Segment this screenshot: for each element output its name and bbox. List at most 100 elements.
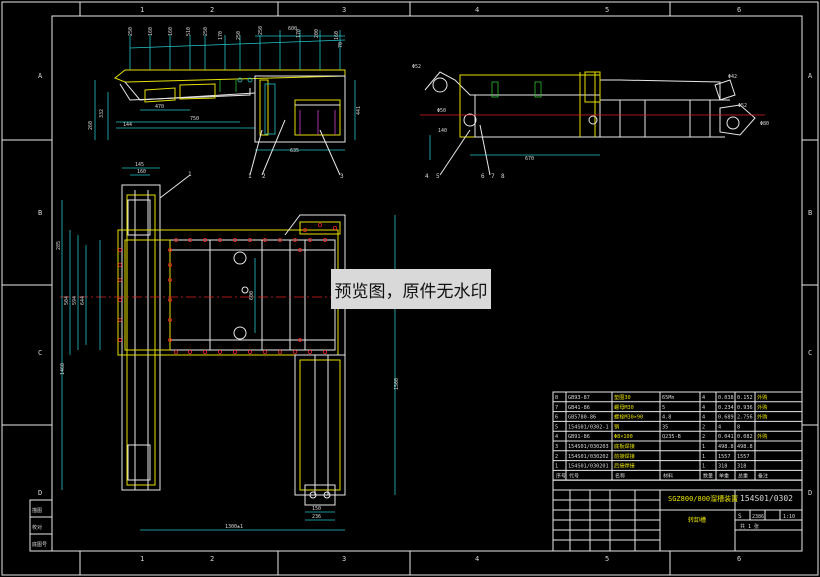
column-label-bottom: 4 [475,555,479,563]
bom-cell: 0.936 [737,405,753,411]
column-label-bottom: 3 [342,555,346,563]
dimension-label: Φ52 [738,103,747,109]
bolt-hole-mark [262,349,267,354]
column-label-top: 5 [605,6,609,14]
row-label-left: A [38,72,43,80]
bom-cell: 5 [555,424,558,430]
row-label-left: C [38,349,42,357]
bill-of-materials: 8 GB93-87 垫圈30 65Mn 4 0.038 0.152 外购 7 GB41-86 螺母M… [552,391,803,481]
dimension-label: 250 [128,27,134,36]
bom-cell: 318 [718,464,727,470]
side-view-callouts: 45 678 [425,173,505,180]
bom-cell: 外购 [757,413,767,421]
bom-cell: 65Mn [662,395,675,401]
drawing-number: 154S01/0302 [740,494,793,503]
bolt-hole-mark [292,349,297,354]
row-label-left: D [38,489,42,497]
column-label-top: 2 [210,6,214,14]
side-view-dimensions: Φ52 Φ42 Φ50 Φ52 Φ80 140 670 [412,64,769,162]
dimension-label: 140 [438,128,447,134]
dimension-label: 160 [137,169,146,175]
scale-value: 1:10 [783,514,795,520]
dimension-label: 170 [218,31,224,40]
row-label-right: C [808,349,812,357]
dimension-label: Φ50 [437,108,446,114]
dimension-label: Φ42 [728,74,737,80]
plan-view-dimensions: 145160 285 504 594 644 600 1460 1500 1300±1 236 15… [56,162,400,530]
dimension-label: 635 [290,148,299,154]
dimension-label: 1300±1 [225,524,243,530]
row-label-right: A [808,72,813,80]
left-strip: 描图 校对 底图号 [29,499,53,552]
dimension-label: Φ52 [412,64,421,70]
bom-cell: 4 [702,405,705,411]
bom-header-cell: 序号 [556,472,566,479]
dimension-label: 160 [148,27,154,36]
bom-cell: 垫圈30 [614,393,631,401]
bom-cell: 4 [702,415,705,421]
dimension-label: 1460 [60,363,66,375]
plan-view-callouts: 1 [188,171,192,178]
callout-number: 6 [481,173,485,180]
bom-cell: 4 [718,424,721,430]
bom-cell: 1 [702,444,705,450]
dimension-label: 200 [314,29,320,38]
bom-cell: GB93-87 [568,395,590,401]
callout-number: 7 [491,173,495,180]
title-block: SGZ800/800溜槽装置 154S01/0302 转卸槽 S 2386 1:… [552,479,803,552]
dimension-label: 250 [203,27,209,36]
column-label-bottom: 6 [737,555,741,563]
plan-view [60,167,396,531]
strip-label-1: 描图 [32,507,42,514]
bom-cell: 2 [702,434,705,440]
bom-cell: 外购 [757,432,767,440]
bom-cell: 498.8 [737,444,753,450]
bolt-hole-mark [217,349,222,354]
callout-number: 3 [340,173,344,180]
dimension-label: 144 [123,122,132,128]
bolt-hole-mark [118,337,123,342]
bom-cell: 螺母M30 [614,403,634,411]
bom-cell: 154S01/0302-1 [568,424,609,430]
bolt-hole-mark [118,247,123,252]
dimension-label: 260 [88,121,94,130]
callout-number: 2 [262,173,266,180]
callout-number: 5 [436,173,440,180]
bom-cell: 6 [555,415,558,421]
dimension-label: 332 [99,109,105,118]
bom-cell: GB41-86 [568,405,590,411]
dimension-label: 145 [135,162,144,168]
bom-cell: Φ8×100 [614,434,633,440]
bom-cell: 8 [737,424,740,430]
bolt-hole-mark [187,349,192,354]
weight-value: 2386 [752,514,764,520]
bom-cell: 1 [702,464,705,470]
bolt-hole-mark [118,297,123,302]
bom-cell: 底板焊接 [614,442,635,450]
dimension-label: 750 [190,116,199,122]
mark-s: S [738,513,742,520]
bom-cell: 154S01/030201 [568,464,609,470]
bom-cell: 2 [702,424,705,430]
product-name: SGZ800/800溜槽装置 [668,494,738,503]
bom-cell: 0.234 [718,405,734,411]
bom-cell: GB5780-86 [568,415,596,421]
bom-cell: 4.8 [662,415,671,421]
callout-number: 8 [501,173,505,180]
bom-header-cell: 代号 [569,472,579,479]
dimension-label: 1500 [394,378,400,390]
bom-cell: 35 [662,424,668,430]
part-name: 转卸槽 [688,516,706,524]
dimension-label: 70 [338,42,344,48]
dimension-label: 250 [258,26,264,35]
column-label-top: 6 [737,6,741,14]
bom-cell: 5 [662,405,665,411]
dimension-label: 285 [56,241,62,250]
bolt-hole-mark [118,317,123,322]
bolt-hole-mark [173,349,178,354]
callout-number: 4 [425,173,429,180]
bolt-hole-mark [202,349,207,354]
bom-cell: 1557 [718,454,731,460]
bom-cell: 318 [737,464,746,470]
bom-cell: 0.689 [718,415,734,421]
